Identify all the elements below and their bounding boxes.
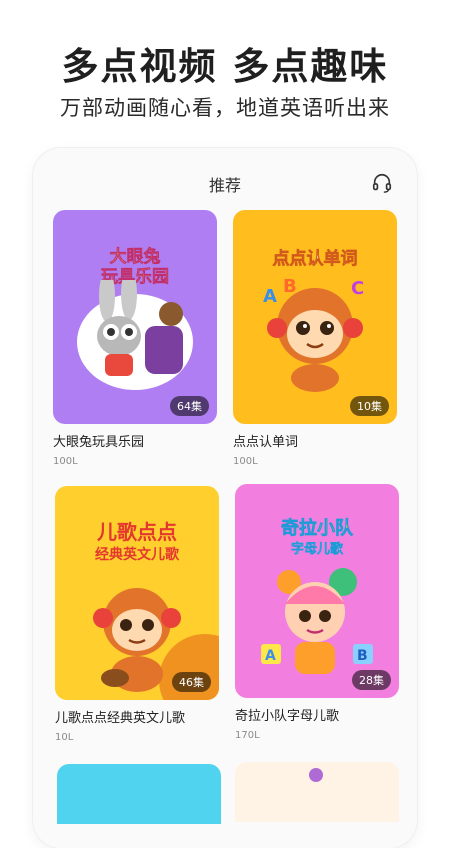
card-title[interactable]: 儿歌点点经典英文儿歌	[55, 707, 219, 726]
characters-illustration: A B	[261, 568, 373, 674]
screen-title: 推荐	[208, 176, 241, 195]
svg-text:C: C	[351, 278, 364, 299]
video-card[interactable]: 奇拉小队 字母儿歌 A B 28集 奇拉小队字母儿歌 170L	[235, 484, 399, 741]
episode-count-badge: 10集	[350, 396, 389, 416]
svg-text:B: B	[357, 648, 368, 664]
card-thumbnail[interactable]: 点点认单词 A B C 10集	[233, 210, 397, 424]
art-subtitle: 经典英文儿歌	[95, 547, 179, 563]
video-card[interactable]: 大眼兔 玩具乐园 64集 大眼兔玩具乐园 100L	[53, 210, 217, 467]
video-card-partial[interactable]	[235, 762, 399, 822]
bunny-illustration	[77, 280, 193, 390]
video-card-partial[interactable]	[57, 764, 221, 824]
video-card[interactable]: 儿歌点点 经典英文儿歌 46集 儿歌点点经典英文儿歌 10L	[55, 486, 219, 743]
episode-count-badge: 46集	[172, 672, 211, 692]
phone-screen: 推荐 大眼兔 玩具乐园 64集 大眼兔玩具乐园 100L 点点认单词 A B C…	[33, 148, 417, 848]
subheadline: 万部动画随心看，地道英语听出来	[60, 96, 390, 120]
svg-text:A: A	[265, 648, 276, 664]
card-level: 10L	[55, 732, 74, 743]
card-level: 170L	[235, 730, 260, 741]
monkey-illustration: A B C	[263, 276, 364, 392]
logo-icon	[309, 768, 323, 782]
svg-text:B: B	[283, 276, 297, 297]
card-title[interactable]: 大眼兔玩具乐园	[53, 431, 217, 450]
card-title[interactable]: 点点认单词	[233, 431, 397, 450]
headline: 多点视频 多点趣味	[61, 45, 389, 88]
card-thumbnail[interactable]: 大眼兔 玩具乐园 64集	[53, 210, 217, 424]
card-title[interactable]: 奇拉小队字母儿歌	[235, 705, 399, 724]
card-level: 100L	[53, 456, 78, 467]
card-thumbnail[interactable]: 奇拉小队 字母儿歌 A B 28集	[235, 484, 399, 698]
art-title: 奇拉小队	[281, 518, 354, 540]
card-level: 100L	[233, 456, 258, 467]
episode-count-badge: 28集	[352, 670, 391, 690]
episode-count-badge: 64集	[170, 396, 209, 416]
art-title: 点点认单词	[272, 249, 358, 270]
art-subtitle: 字母儿歌	[290, 542, 343, 557]
headset-icon[interactable]	[371, 172, 393, 194]
art-title: 儿歌点点	[97, 520, 177, 544]
card-thumbnail[interactable]: 儿歌点点 经典英文儿歌 46集	[55, 486, 219, 700]
video-card[interactable]: 点点认单词 A B C 10集 点点认单词 100L	[233, 210, 397, 467]
svg-text:A: A	[263, 286, 277, 307]
